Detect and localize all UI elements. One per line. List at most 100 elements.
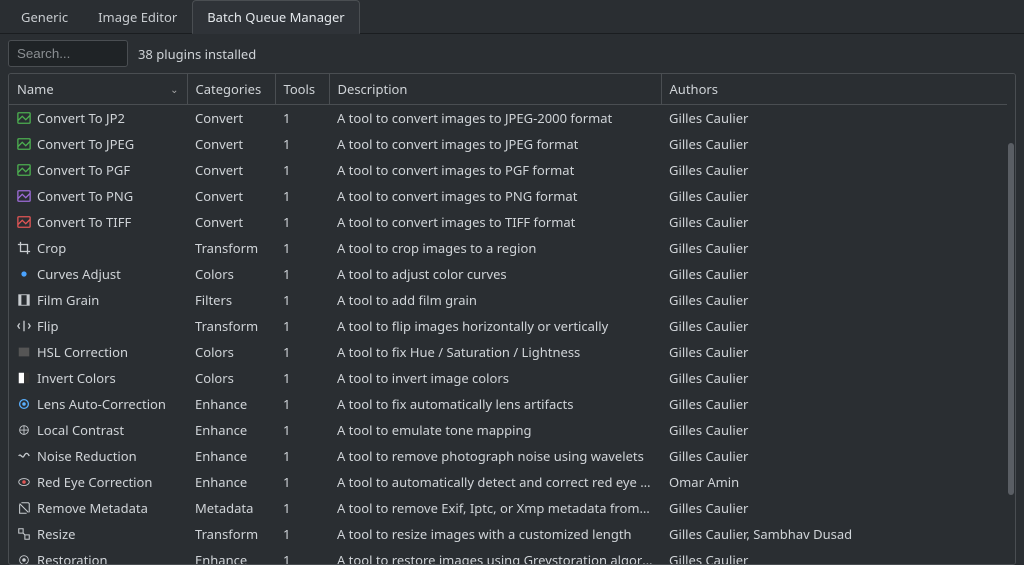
plugin-category: Enhance <box>187 443 275 469</box>
plugin-name: Curves Adjust <box>37 265 121 283</box>
table-row[interactable]: FlipTransform1A tool to flip images hori… <box>9 313 1007 339</box>
plugin-description: A tool to convert images to JPEG-2000 fo… <box>329 105 661 132</box>
table-row[interactable]: Noise ReductionEnhance1A tool to remove … <box>9 443 1007 469</box>
plugin-description: A tool to emulate tone mapping <box>329 417 661 443</box>
col-header-categories[interactable]: Categories <box>187 74 275 105</box>
col-header-name[interactable]: Name ⌄ <box>9 74 187 105</box>
plugin-tools: 1 <box>275 417 329 443</box>
table-row[interactable]: CropTransform1A tool to crop images to a… <box>9 235 1007 261</box>
plugin-category: Convert <box>187 131 275 157</box>
plugin-description: A tool to adjust color curves <box>329 261 661 287</box>
search-input[interactable] <box>8 40 128 67</box>
plugin-tools: 1 <box>275 443 329 469</box>
table-row[interactable]: Lens Auto-CorrectionEnhance1A tool to fi… <box>9 391 1007 417</box>
plugin-name: Convert To TIFF <box>37 213 131 231</box>
table-row[interactable]: Remove MetadataMetadata1A tool to remove… <box>9 495 1007 521</box>
plugin-name: Invert Colors <box>37 369 116 387</box>
plugin-tools: 1 <box>275 313 329 339</box>
plugin-description: A tool to automatically detect and corre… <box>329 469 661 495</box>
scrollbar-thumb[interactable] <box>1008 143 1014 496</box>
plugin-description: A tool to convert images to PNG format <box>329 183 661 209</box>
plugin-tools: 1 <box>275 365 329 391</box>
plugin-description: A tool to remove photograph noise using … <box>329 443 661 469</box>
table-row[interactable]: Invert Colors Colors1A tool to invert ima… <box>9 365 1007 391</box>
plugin-description: A tool to add film grain <box>329 287 661 313</box>
col-header-authors[interactable]: Authors <box>661 74 1007 105</box>
chevron-down-icon: ⌄ <box>170 82 178 96</box>
plugin-name: Resize <box>37 525 75 543</box>
plugin-authors: Gilles Caulier <box>661 235 1007 261</box>
plugin-category: Convert <box>187 105 275 132</box>
vertical-scrollbar[interactable] <box>1007 74 1015 564</box>
col-header-description-label: Description <box>338 80 408 98</box>
plugin-authors: Omar Amin <box>661 469 1007 495</box>
invert-icon <box>17 371 31 385</box>
plugin-name: Lens Auto-Correction <box>37 395 166 413</box>
plugin-authors: Gilles Caulier <box>661 209 1007 235</box>
col-header-tools[interactable]: Tools <box>275 74 329 105</box>
plugin-description: A tool to invert image colors <box>329 365 661 391</box>
table-row[interactable]: Curves AdjustColors1A tool to adjust col… <box>9 261 1007 287</box>
table-row[interactable]: Convert To JP2Convert1A tool to convert … <box>9 105 1007 132</box>
tab-image-editor[interactable]: Image Editor <box>83 0 192 33</box>
plugin-category: Enhance <box>187 469 275 495</box>
col-header-description[interactable]: Description <box>329 74 661 105</box>
plugin-name: Red Eye Correction <box>37 473 152 491</box>
table-row[interactable]: Convert To PNGConvert1A tool to convert … <box>9 183 1007 209</box>
plugin-name: Flip <box>37 317 58 335</box>
col-header-tools-label: Tools <box>284 80 316 98</box>
table-row[interactable]: Red Eye CorrectionEnhance1A tool to auto… <box>9 469 1007 495</box>
plugin-name: Convert To PNG <box>37 187 133 205</box>
tab-bar: GenericImage EditorBatch Queue Manager <box>0 0 1024 34</box>
plugin-authors: Gilles Caulier <box>661 157 1007 183</box>
img-purple-icon <box>17 189 31 203</box>
table-row[interactable]: Convert To TIFFConvert1A tool to convert… <box>9 209 1007 235</box>
flip-icon <box>17 319 31 333</box>
plugin-category: Metadata <box>187 495 275 521</box>
plugin-name: Crop <box>37 239 66 257</box>
table-row[interactable]: Film GrainFilters1A tool to add film gra… <box>9 287 1007 313</box>
plugin-authors: Gilles Caulier <box>661 391 1007 417</box>
plugin-authors: Gilles Caulier <box>661 443 1007 469</box>
plugin-tools: 1 <box>275 183 329 209</box>
plugin-category: Colors <box>187 261 275 287</box>
plugin-authors: Gilles Caulier <box>661 105 1007 132</box>
plugin-authors: Gilles Caulier <box>661 313 1007 339</box>
plugin-name: Restoration <box>37 551 108 564</box>
plugin-authors: Gilles Caulier <box>661 339 1007 365</box>
tab-generic[interactable]: Generic <box>6 0 83 33</box>
plugin-description: A tool to resize images with a customize… <box>329 521 661 547</box>
plugin-description: A tool to fix Hue / Saturation / Lightne… <box>329 339 661 365</box>
img-green-icon <box>17 111 31 125</box>
film-icon <box>17 293 31 307</box>
plugin-category: Colors <box>187 365 275 391</box>
plugin-tools: 1 <box>275 339 329 365</box>
meta-icon <box>17 501 31 515</box>
table-row[interactable]: Local ContrastEnhance1A tool to emulate … <box>9 417 1007 443</box>
plugin-description: A tool to remove Exif, Iptc, or Xmp meta… <box>329 495 661 521</box>
plugin-tools: 1 <box>275 391 329 417</box>
plugin-table-wrap: Name ⌄ Categories Tools Description Auth… <box>8 73 1016 565</box>
plugin-tools: 1 <box>275 495 329 521</box>
plugin-description: A tool to convert images to TIFF format <box>329 209 661 235</box>
plugin-authors: Gilles Caulier, Sambhav Dusad <box>661 521 1007 547</box>
table-row[interactable]: Convert To JPEGConvert1A tool to convert… <box>9 131 1007 157</box>
plugin-authors: Gilles Caulier <box>661 495 1007 521</box>
plugin-category: Convert <box>187 157 275 183</box>
hsl-icon <box>17 345 31 359</box>
table-row[interactable]: HSL CorrectionColors1A tool to fix Hue /… <box>9 339 1007 365</box>
plugin-authors: Gilles Caulier <box>661 131 1007 157</box>
plugin-description: A tool to crop images to a region <box>329 235 661 261</box>
plugin-category: Transform <box>187 235 275 261</box>
toolbar: 38 plugins installed <box>0 34 1024 73</box>
plugin-category: Filters <box>187 287 275 313</box>
img-green-icon <box>17 163 31 177</box>
restore-icon <box>17 553 31 564</box>
plugin-category: Transform <box>187 313 275 339</box>
table-row[interactable]: ResizeTransform1A tool to resize images … <box>9 521 1007 547</box>
redeye-icon <box>17 475 31 489</box>
table-row[interactable]: Convert To PGFConvert1A tool to convert … <box>9 157 1007 183</box>
crop-icon <box>17 241 31 255</box>
resize-icon <box>17 527 31 541</box>
tab-batch-queue-manager[interactable]: Batch Queue Manager <box>192 0 359 34</box>
